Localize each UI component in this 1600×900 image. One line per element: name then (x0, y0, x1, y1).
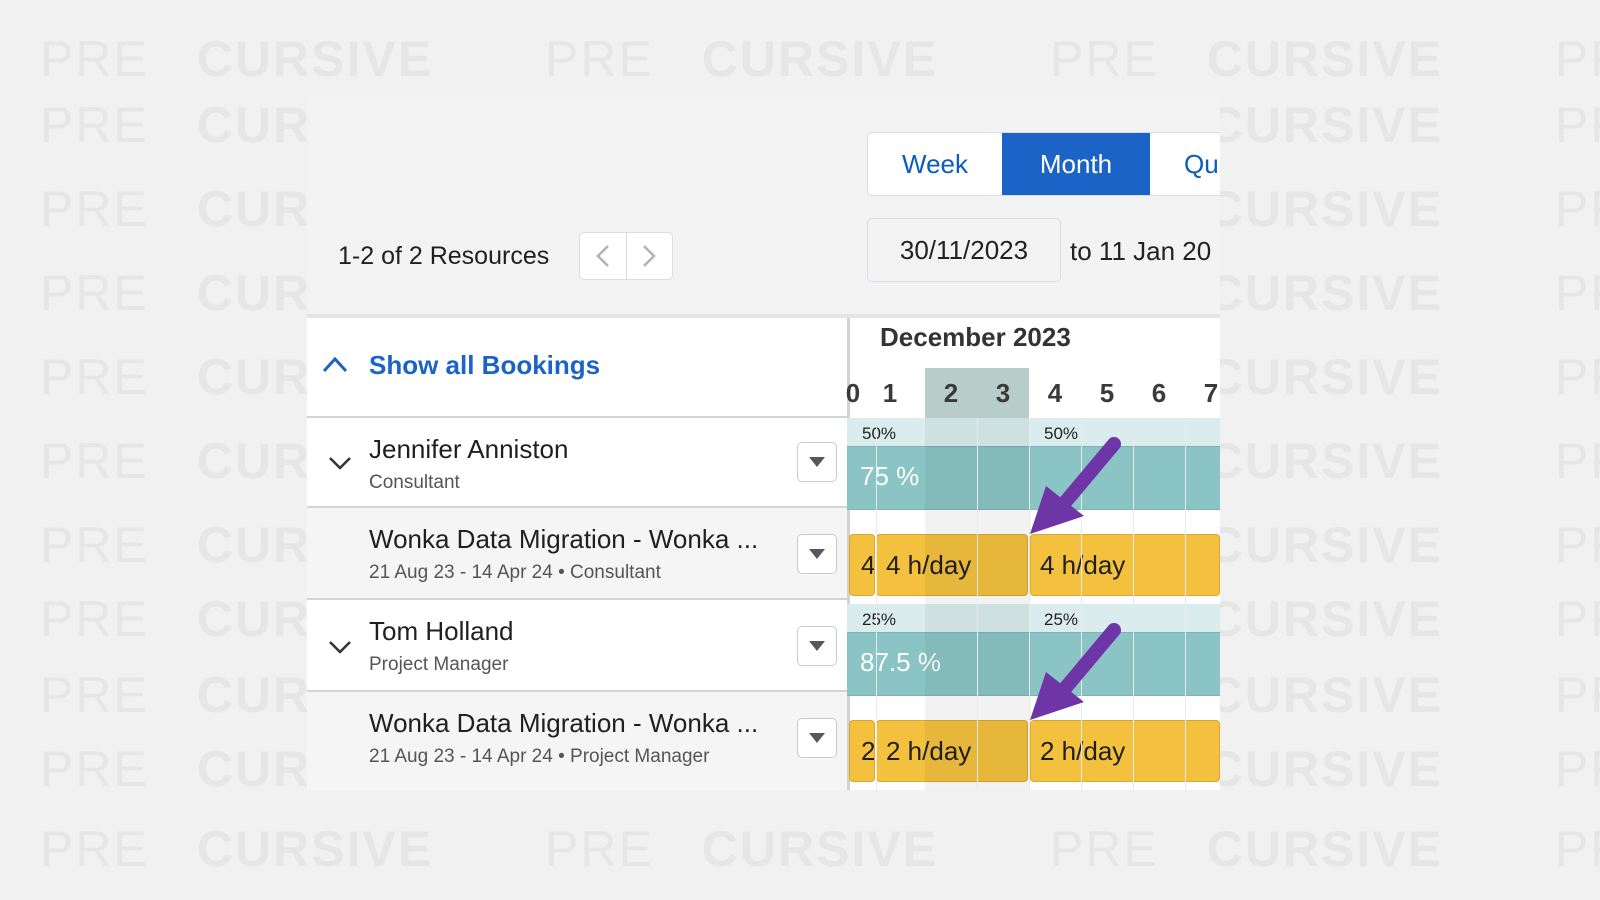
resource-row[interactable]: Tom Holland Project Manager (307, 600, 847, 692)
booking-subtitle: 21 Aug 23 - 14 Apr 24 • Consultant (369, 562, 661, 583)
resource-role: Project Manager (369, 654, 509, 675)
day-label: 4 (1047, 378, 1063, 408)
booking-row[interactable]: Wonka Data Migration - Wonka ... 21 Aug … (307, 508, 847, 600)
capacity-label: 75 % (860, 461, 920, 491)
day-label: 3 (995, 378, 1011, 408)
booking-title: Wonka Data Migration - Wonka ... (369, 708, 759, 738)
watermark-row: PRECURSIVE PRECURSIVE PRECURSIVE PRECURS… (40, 821, 1600, 877)
row-menu-button[interactable] (797, 626, 837, 666)
chevron-down-icon[interactable] (327, 638, 353, 656)
view-month-button[interactable]: Month (1002, 133, 1150, 195)
row-menu-button[interactable] (797, 534, 837, 574)
chevron-left-icon (595, 245, 609, 267)
day-label: 7 (1203, 378, 1219, 408)
start-date-input[interactable]: 30/11/2023 (867, 218, 1061, 282)
day-header: 0 1 2 3 4 5 6 7 (846, 368, 1220, 418)
view-quarter-button[interactable]: Qu (1150, 133, 1220, 195)
resource-count: 1-2 of 2 Resources (338, 242, 550, 270)
resource-name: Tom Holland (369, 616, 514, 646)
show-bookings-toggle[interactable]: Show all Bookings (307, 318, 847, 418)
booking-title: Wonka Data Migration - Wonka ... (369, 524, 759, 554)
chevron-right-icon (643, 245, 657, 267)
resource-row[interactable]: Jennifer Anniston Consultant (307, 418, 847, 508)
end-date-label: to 11 Jan 20 (1070, 236, 1212, 266)
day-label: 6 (1151, 378, 1167, 408)
schedule-grid: Show all Bookings Jennifer Anniston Cons… (307, 314, 1220, 790)
booking-row[interactable]: Wonka Data Migration - Wonka ... 21 Aug … (307, 692, 847, 790)
day-gridline (1185, 418, 1186, 790)
resource-role: Consultant (369, 472, 460, 493)
booking-bar[interactable]: 2 (849, 720, 875, 782)
utilisation-label: 50% (862, 424, 897, 443)
day-gridline (1133, 418, 1134, 790)
day-gridline (876, 418, 877, 790)
month-label: December 2023 (880, 322, 1071, 352)
booking-subtitle: 21 Aug 23 - 14 Apr 24 • Project Manager (369, 746, 710, 767)
row-menu-button[interactable] (797, 442, 837, 482)
booking-bar[interactable]: 4 (849, 534, 875, 596)
previous-page-button[interactable] (580, 233, 627, 279)
chevron-up-icon (322, 356, 348, 373)
resource-list: Show all Bookings Jennifer Anniston Cons… (307, 318, 850, 790)
resource-scheduler-panel: Week Month Qu 1-2 of 2 Resources 30/11/2… (307, 96, 1220, 790)
day-label: 1 (882, 378, 898, 408)
resource-pager (579, 232, 673, 280)
timeline: December 2023 0 1 2 3 4 5 6 7 50% 50% 75… (846, 318, 1220, 790)
annotation-arrow-icon (1030, 437, 1121, 534)
booking-bar[interactable]: 2 h/day (1030, 720, 1220, 782)
annotation-arrow-icon (1030, 623, 1121, 720)
utilisation-label: 25% (862, 610, 897, 629)
booking-bar[interactable]: 4 h/day (1030, 534, 1220, 596)
show-all-bookings-label: Show all Bookings (369, 350, 601, 380)
next-page-button[interactable] (627, 233, 673, 279)
chevron-down-icon[interactable] (327, 454, 353, 472)
day-label: 5 (1099, 378, 1115, 408)
view-week-button[interactable]: Week (868, 133, 1002, 195)
day-gridline (977, 418, 978, 790)
view-switcher: Week Month Qu (867, 132, 1220, 196)
resource-name: Jennifer Anniston (369, 434, 569, 464)
watermark-row: PRECURSIVE PRECURSIVE PRECURSIVE PRECURS… (40, 31, 1600, 87)
row-menu-button[interactable] (797, 718, 837, 758)
day-label: 2 (943, 378, 959, 408)
